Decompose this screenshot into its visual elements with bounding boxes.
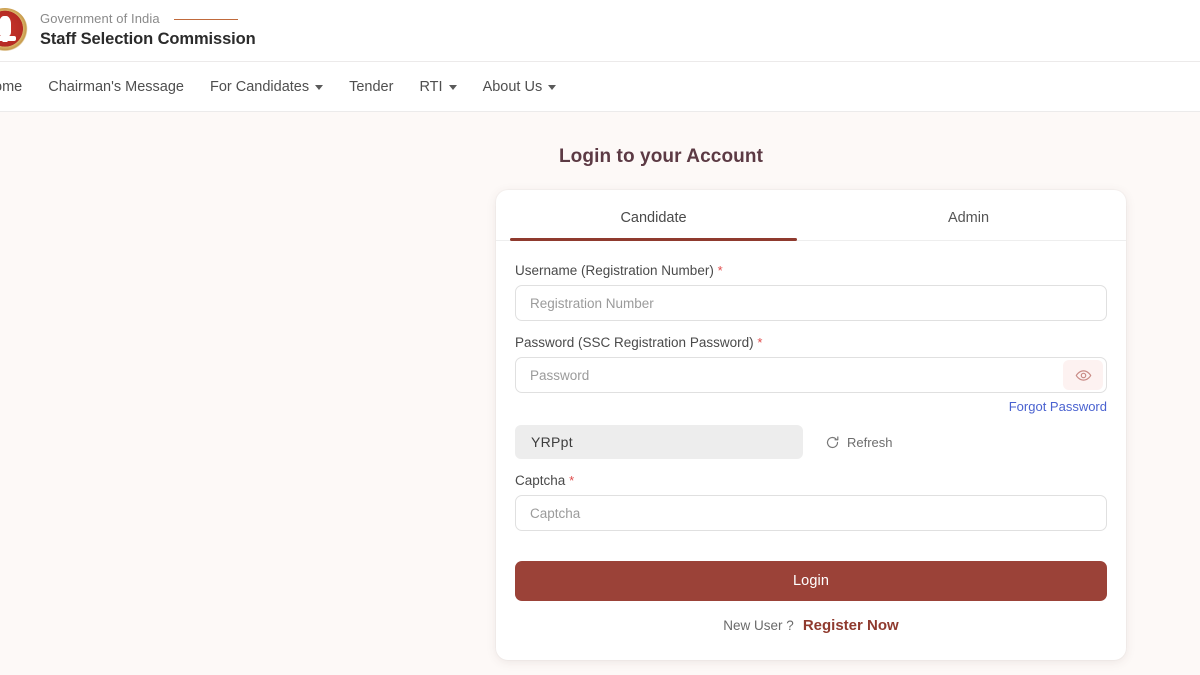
nav-item-label: RTI <box>419 78 443 95</box>
password-label-text: Password (SSC Registration Password) <box>515 335 754 350</box>
toggle-password-visibility-button[interactable] <box>1063 360 1103 390</box>
login-card: Candidate Admin Username (Registration N… <box>496 190 1126 660</box>
password-input[interactable] <box>515 357 1107 393</box>
tab-label: Candidate <box>620 210 687 226</box>
captcha-image-row: YRPpt Refresh <box>515 425 1107 459</box>
refresh-label: Refresh <box>847 434 893 450</box>
login-button[interactable]: Login <box>515 561 1107 601</box>
nav-item-about-us[interactable]: About Us <box>483 79 557 95</box>
nav-item-label: For Candidates <box>209 78 310 95</box>
login-tabs: Candidate Admin <box>496 190 1126 241</box>
brand[interactable]: Government of India Staff Selection Comm… <box>0 7 256 54</box>
username-label-text: Username (Registration Number) <box>515 263 714 278</box>
captcha-label-text: Captcha <box>515 473 566 488</box>
required-asterisk: * <box>569 473 575 488</box>
main-content: Login to your Account Candidate Admin Us… <box>0 112 1200 674</box>
tab-label: Admin <box>947 210 990 226</box>
register-now-link[interactable]: Register Now <box>803 617 899 634</box>
organization-name: Staff Selection Commission <box>40 29 256 48</box>
nav-item-chairmans-message[interactable]: Chairman's Message <box>48 79 184 95</box>
required-asterisk: * <box>757 335 763 350</box>
login-form: Username (Registration Number) * Passwor… <box>496 241 1126 634</box>
chevron-down-icon <box>315 85 324 90</box>
refresh-icon <box>826 435 839 448</box>
new-user-label: New User ? <box>723 618 794 633</box>
username-field-group: Username (Registration Number) * <box>515 263 1107 321</box>
username-input[interactable] <box>515 285 1107 321</box>
password-label: Password (SSC Registration Password) * <box>515 335 1107 350</box>
refresh-captcha-button[interactable]: Refresh <box>825 435 893 450</box>
chevron-down-icon <box>548 85 557 90</box>
required-asterisk: * <box>717 263 723 278</box>
forgot-password-row: Forgot Password <box>515 398 1107 416</box>
nav-item-home[interactable]: ome <box>0 79 22 95</box>
government-of-india-label: Government of India <box>40 11 160 27</box>
eye-icon <box>1075 369 1091 381</box>
page-title: Login to your Account <box>558 146 764 167</box>
new-user-row: New User ? Register Now <box>515 617 1107 634</box>
nav-item-label: Tender <box>349 78 394 95</box>
nav-item-tender[interactable]: Tender <box>349 79 393 95</box>
nav-item-label: ome <box>0 78 23 95</box>
main-navigation: ome Chairman's Message For Candidates Te… <box>0 62 1200 112</box>
captcha-input[interactable] <box>515 495 1107 531</box>
nav-item-label: Chairman's Message <box>48 78 184 95</box>
password-input-wrapper <box>515 357 1107 393</box>
ssc-emblem-icon <box>0 7 28 54</box>
tab-admin[interactable]: Admin <box>811 190 1126 240</box>
forgot-password-link[interactable]: Forgot Password <box>1009 399 1107 414</box>
chevron-down-icon <box>448 85 457 90</box>
username-label: Username (Registration Number) * <box>515 263 1107 278</box>
captcha-field-group: Captcha * <box>515 473 1107 531</box>
nav-item-rti[interactable]: RTI <box>419 78 457 95</box>
captcha-label: Captcha * <box>515 473 1107 488</box>
tab-candidate[interactable]: Candidate <box>496 190 811 241</box>
brand-text: Government of India Staff Selection Comm… <box>40 11 256 49</box>
password-field-group: Password (SSC Registration Password) * F… <box>515 335 1107 416</box>
captcha-image: YRPpt <box>515 425 803 459</box>
nav-item-label: About Us <box>482 78 543 95</box>
site-header: Government of India Staff Selection Comm… <box>0 0 1200 62</box>
brand-divider-rule <box>173 18 238 21</box>
nav-item-for-candidates[interactable]: For Candidates <box>209 78 324 95</box>
